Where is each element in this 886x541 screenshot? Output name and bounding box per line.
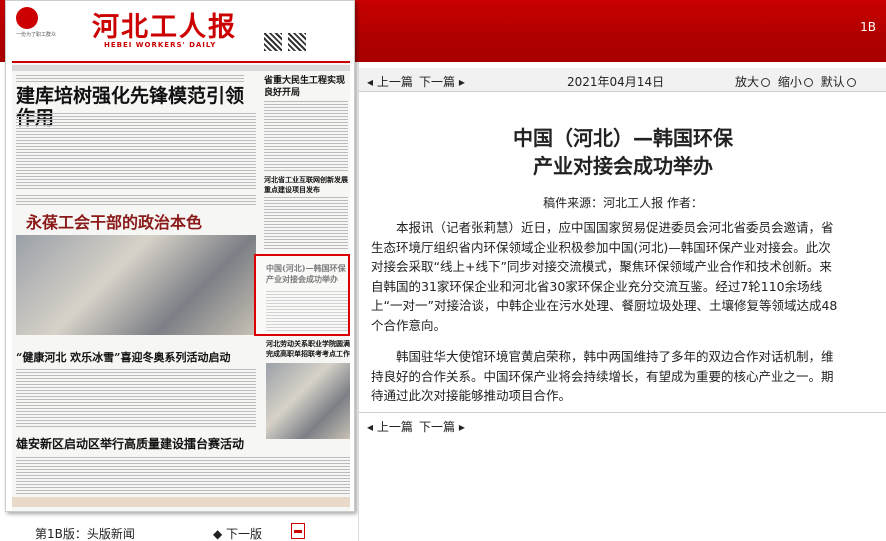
zoom-out-label: 缩小 [777, 75, 802, 89]
text-block [16, 369, 256, 429]
zoom-out-icon [803, 78, 813, 87]
masthead-english: HEBEI WORKERS' DAILY [104, 41, 217, 49]
zoom-out-button[interactable]: 缩小 [778, 75, 813, 89]
text-block [16, 195, 256, 207]
zoom-in-button[interactable]: 放大 [735, 75, 771, 89]
article-body: 本报讯（记者张莉慧）近日，应中国国家贸易促进委员会河北省委员会邀请，省生态环境厅… [371, 218, 841, 418]
masthead-title: 河北工人报 [92, 12, 237, 43]
headline-side-low[interactable]: 河北劳动关系职业学院圆满完成高职单招联考考点工作 [266, 339, 350, 359]
next-article-link[interactable]: 下一篇 ▸ [419, 73, 465, 90]
headline-side-mid[interactable]: 河北省工业互联网创新发展重点建设项目发布 [264, 175, 348, 195]
prev-article-link[interactable]: ◂ 上一篇 [367, 73, 413, 90]
union-logo-icon [16, 7, 38, 29]
text-block [12, 497, 350, 507]
article-title-line2: 产业对接会成功举办 [533, 154, 713, 178]
masthead: 一份为了职工群众 河北工人报 HEBEI WORKERS' DAILY [12, 1, 350, 63]
zoom-default-label: 默认 [820, 75, 845, 89]
zoom-in-icon [761, 78, 771, 87]
page-code: 1B [860, 20, 876, 34]
prev-article-label: 上一篇 [376, 75, 413, 89]
page-thumbnail-panel: 一份为了职工群众 河北工人报 HEBEI WORKERS' DAILY 建库培树… [0, 0, 358, 541]
article-paragraph: 韩国驻华大使馆环境官黄启荣称，韩中两国维持了多年的双边合作对话机制，维持良好的合… [371, 349, 834, 403]
next-edition-label: 下一版 [226, 527, 263, 541]
next-article-label: 下一篇 [419, 420, 456, 434]
dateline-bar [12, 65, 350, 71]
article-nav-top: ◂ 上一篇 下一篇 ▸ 2021年04月14日 放大 缩小 默认 [359, 68, 886, 92]
headline-bottom[interactable]: 雄安新区启动区举行高质量建设擂台赛活动 [16, 437, 260, 452]
news-photo-students [266, 363, 350, 439]
article-paragraph: 本报讯（记者张莉慧）近日，应中国国家贸易促进委员会河北省委员会邀请，省生态环境厅… [371, 220, 838, 333]
zoom-default-icon [846, 78, 856, 87]
pdf-icon[interactable] [291, 523, 305, 539]
text-block [264, 197, 348, 251]
text-block [16, 457, 350, 495]
qr-code-icon [288, 33, 306, 51]
headline-mid[interactable]: “健康河北 欢乐冰雪”喜迎冬奥系列活动启动 [16, 351, 260, 365]
prev-article-label: 上一篇 [376, 420, 413, 434]
article-title: 中国（河北）—韩国环保 产业对接会成功举办 [359, 124, 886, 180]
masthead-slogan: 一份为了职工群众 [16, 32, 57, 38]
text-block [264, 101, 348, 171]
news-photo-delegation [16, 235, 256, 335]
prev-article-link[interactable]: ◂ 上一篇 [367, 418, 413, 435]
edition-label[interactable]: 第1B版：头版新闻 [35, 525, 135, 541]
headline-feature[interactable]: 永葆工会干部的政治本色 [26, 213, 256, 233]
zoom-default-button[interactable]: 默认 [821, 75, 856, 89]
issue-date: 2021年04月14日 [567, 75, 665, 89]
edition-footer: 第1B版：头版新闻 ◆ 下一版 [35, 523, 355, 541]
article-panel: ◂ 上一篇 下一篇 ▸ 2021年04月14日 放大 缩小 默认 中国（河北）—… [358, 62, 886, 541]
article-meta: 稿件来源：河北工人报 作者： [543, 196, 703, 210]
next-edition-link[interactable]: ◆ 下一版 [213, 525, 262, 541]
zoom-tools: 放大 缩小 默认 [735, 73, 856, 90]
newspaper-page-image[interactable]: 一份为了职工群众 河北工人报 HEBEI WORKERS' DAILY 建库培树… [5, 0, 355, 512]
next-article-link[interactable]: 下一篇 ▸ [419, 418, 465, 435]
text-block [16, 75, 244, 83]
next-article-label: 下一篇 [419, 75, 456, 89]
text-block [16, 113, 256, 191]
headline-side-top[interactable]: 省重大民生工程实现良好开局 [264, 75, 348, 99]
zoom-in-label: 放大 [735, 75, 760, 89]
article-nav-bottom: ◂ 上一篇 下一篇 ▸ [359, 412, 886, 436]
article-title-line1: 中国（河北）—韩国环保 [513, 126, 733, 150]
selected-article-highlight[interactable] [254, 254, 350, 336]
qr-code-icon [264, 33, 282, 51]
